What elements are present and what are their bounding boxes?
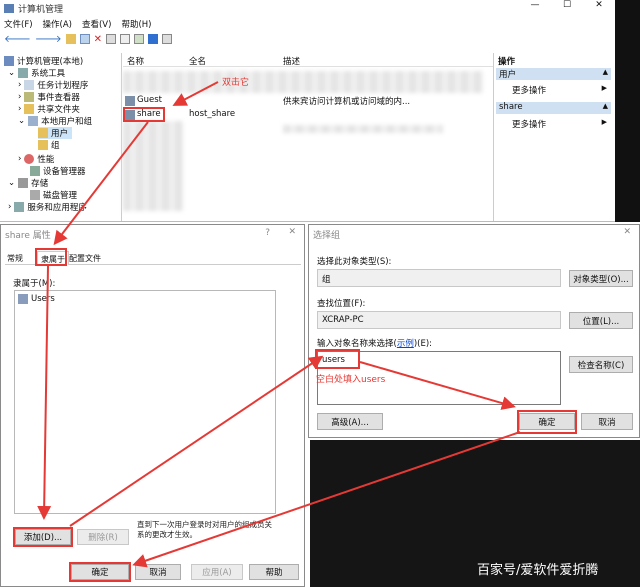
watermark: 百家号/爱软件爱折腾 — [477, 563, 599, 578]
arrow — [69, 355, 324, 527]
arrow — [53, 121, 149, 246]
arrow — [132, 431, 521, 568]
arrow — [172, 81, 219, 106]
annotation-arrows — [37, 81, 521, 568]
arrow — [359, 361, 516, 410]
arrow — [37, 265, 52, 520]
